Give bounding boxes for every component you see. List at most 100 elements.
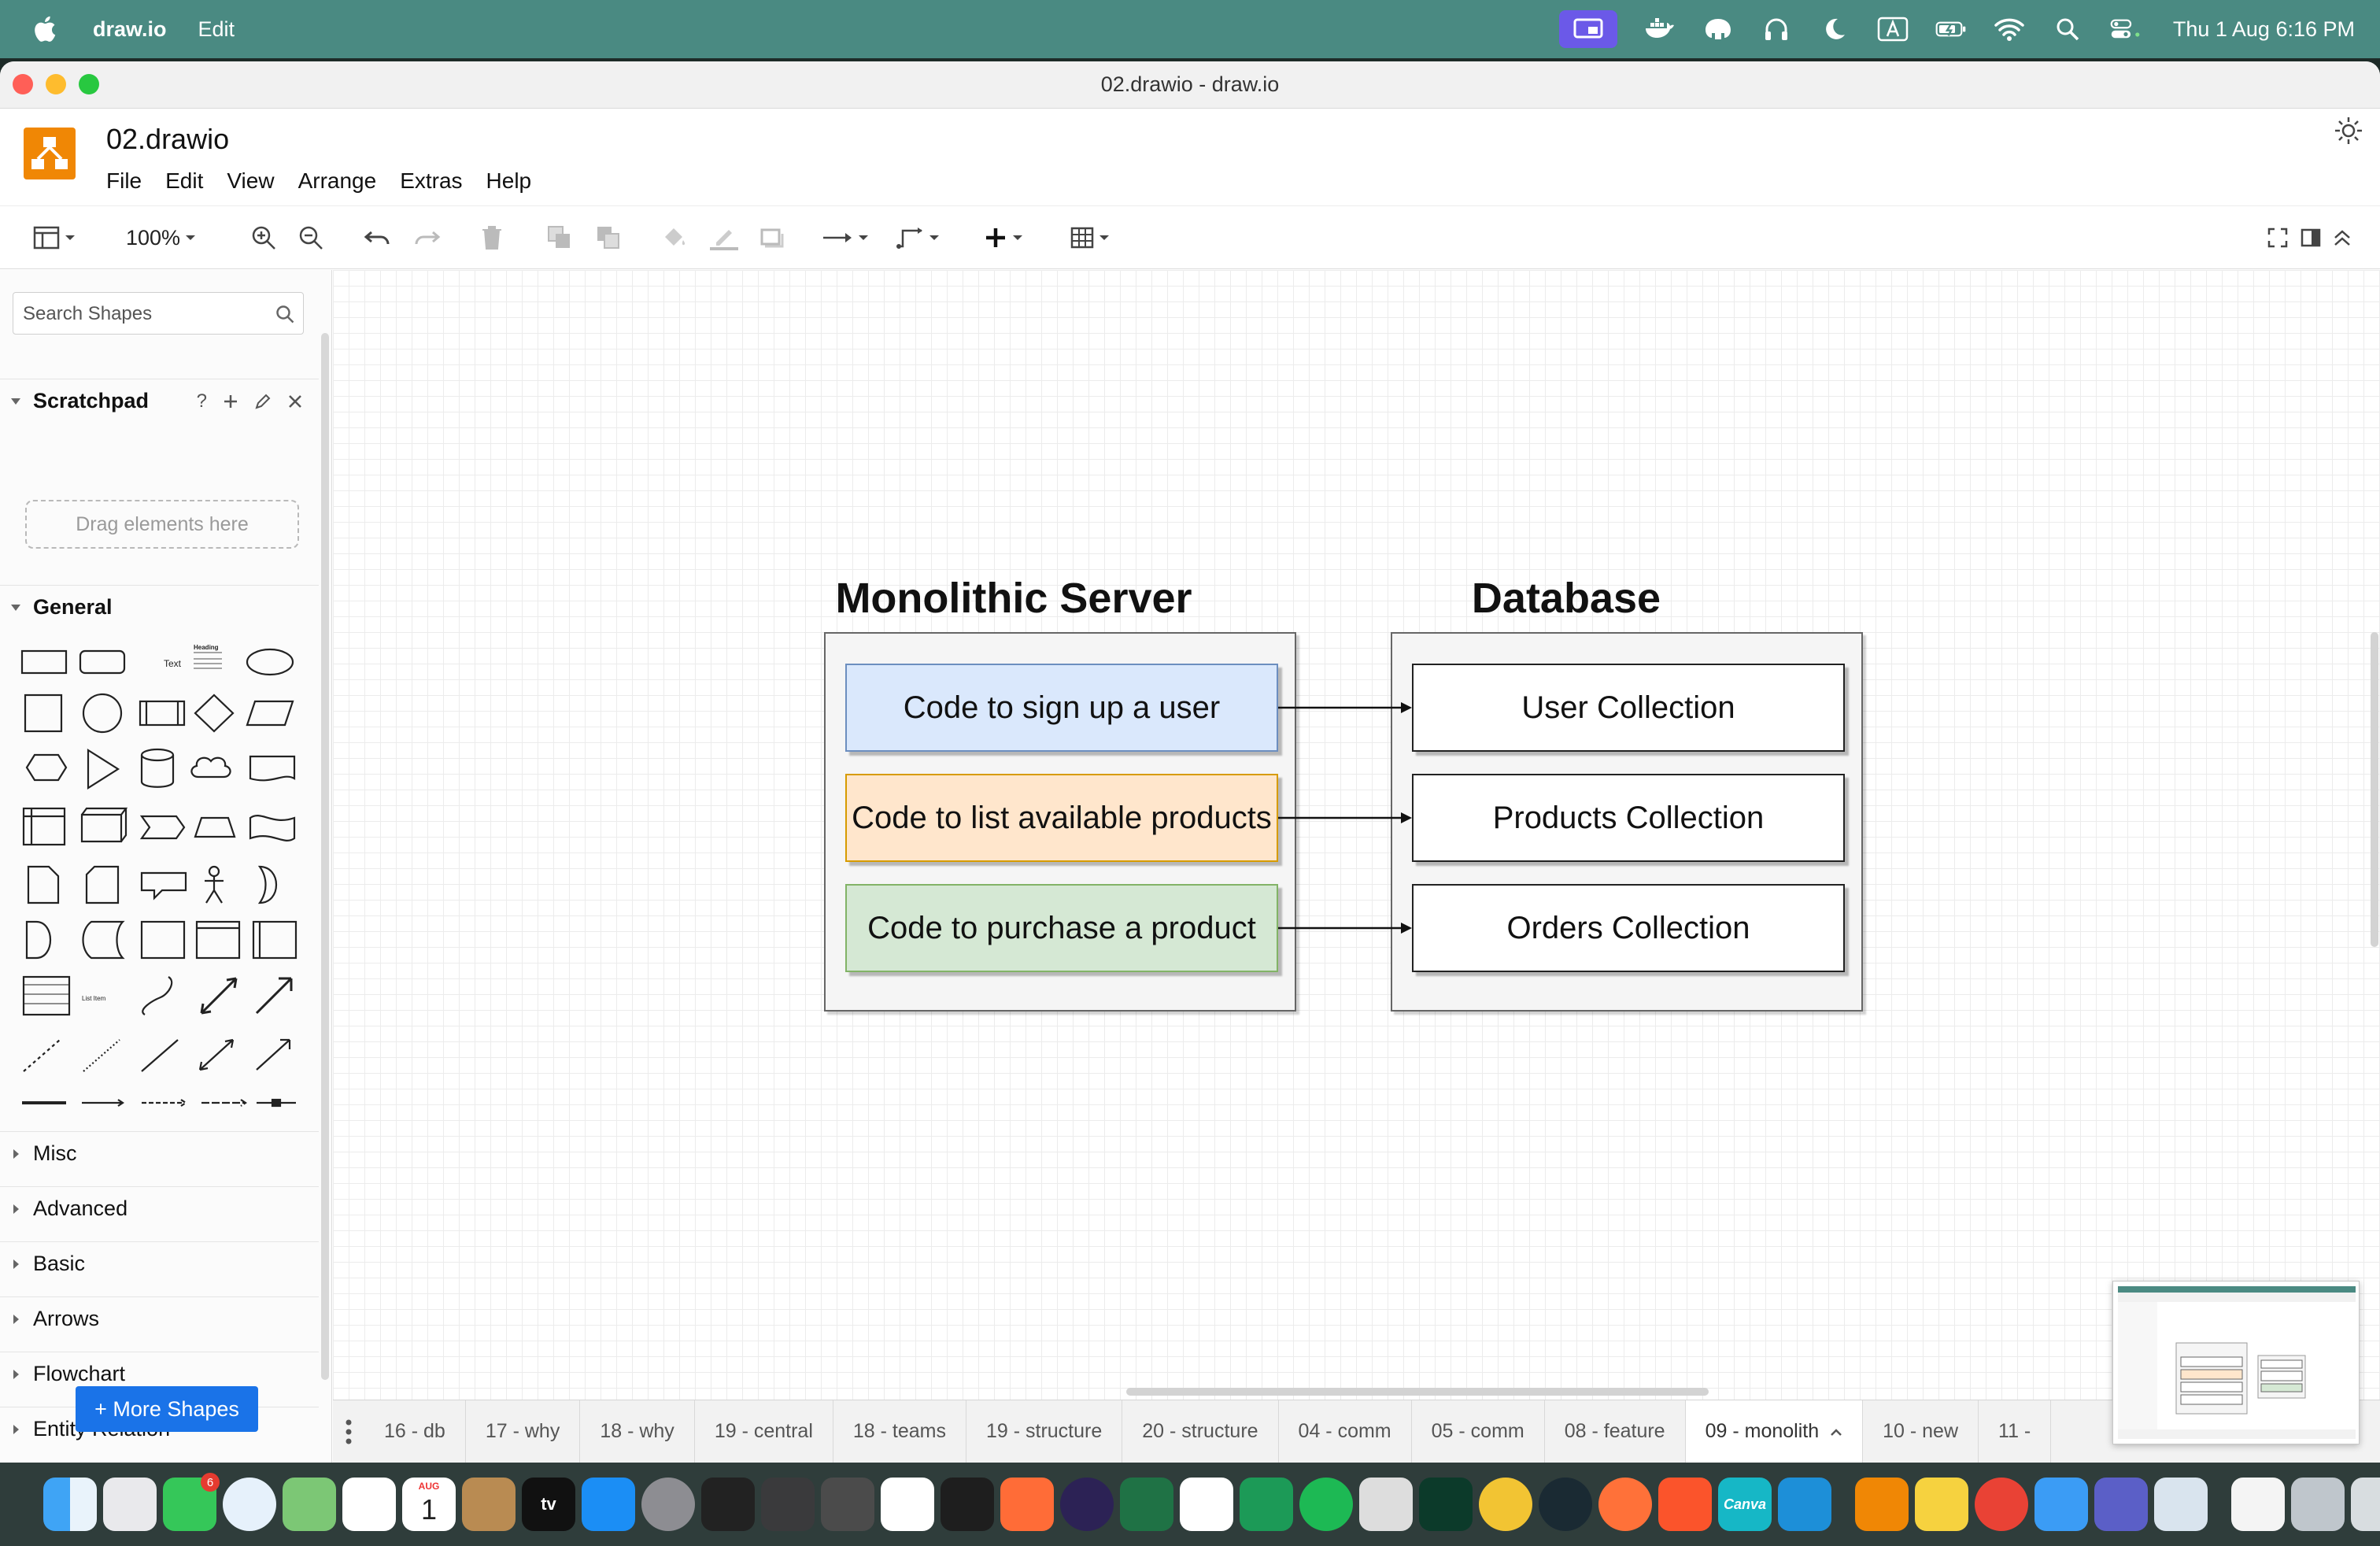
page-tab[interactable]: 19 - structure <box>966 1400 1123 1463</box>
search-shapes-input[interactable] <box>23 301 259 327</box>
shape-data-storage[interactable] <box>82 920 125 960</box>
connection-style-dropdown[interactable] <box>822 222 869 253</box>
shape-connector-arrow[interactable] <box>82 1099 124 1107</box>
chrome-canary-icon[interactable] <box>1479 1478 1532 1531</box>
page-tab-active[interactable]: 09 - monolith <box>1685 1400 1864 1463</box>
menubar-clock[interactable]: Thu 1 Aug 6:16 PM <box>2173 17 2355 42</box>
file-title[interactable]: 02.drawio <box>106 123 229 156</box>
redo-button[interactable] <box>412 222 441 253</box>
shape-frame[interactable] <box>195 920 241 960</box>
shape-line[interactable] <box>141 1039 179 1072</box>
recent-document-icon[interactable] <box>2231 1478 2285 1531</box>
basic-header[interactable]: Basic <box>0 1241 319 1285</box>
vpn-icon[interactable] <box>1539 1478 1592 1531</box>
input-source-icon[interactable] <box>1877 13 1909 45</box>
connector-signup-to-user[interactable] <box>1278 702 1412 713</box>
shape-bidirectional-connector[interactable] <box>198 1038 235 1071</box>
messages-icon[interactable]: 6 <box>163 1473 220 1531</box>
shape-note[interactable] <box>27 865 60 904</box>
maps-icon[interactable] <box>283 1478 336 1531</box>
shape-actor[interactable] <box>205 865 224 904</box>
eclipse-icon[interactable] <box>1060 1478 1114 1531</box>
mongodb-compass-icon[interactable] <box>1419 1478 1473 1531</box>
shape-list[interactable] <box>22 975 71 1016</box>
apple-menu-icon[interactable] <box>31 14 61 44</box>
terminal-icon[interactable] <box>941 1478 994 1531</box>
shape-cloud[interactable] <box>190 756 231 779</box>
mail-icon[interactable] <box>2034 1478 2088 1531</box>
sidebar-scrollbar[interactable] <box>321 333 329 1380</box>
shape-process[interactable] <box>139 700 186 727</box>
shape-dashed-line[interactable] <box>23 1039 61 1072</box>
close-window-button[interactable] <box>13 74 33 94</box>
format-panel-toggle[interactable] <box>33 222 76 253</box>
shape-list-item[interactable]: List Item <box>82 995 106 1002</box>
fullscreen-button[interactable] <box>2267 222 2289 253</box>
collapse-toolbar-button[interactable] <box>2331 222 2353 253</box>
postman-icon[interactable] <box>1000 1478 1054 1531</box>
plus-icon[interactable] <box>223 394 238 409</box>
shape-triangle[interactable] <box>87 749 120 790</box>
shape-parallelogram[interactable] <box>246 700 294 727</box>
contacts-icon[interactable] <box>462 1478 516 1531</box>
screenshot-thumbnail[interactable] <box>2112 1281 2360 1444</box>
minimize-window-button[interactable] <box>46 74 66 94</box>
page-tab[interactable]: 20 - structure <box>1122 1400 1279 1463</box>
spotify-icon[interactable] <box>1299 1478 1353 1531</box>
app-store-icon[interactable] <box>582 1478 635 1531</box>
apple-tv-icon[interactable]: tv <box>522 1478 575 1531</box>
arrows-header[interactable]: Arrows <box>0 1296 319 1341</box>
shape-step[interactable] <box>139 815 186 840</box>
connector-products-to-products[interactable] <box>1278 812 1412 823</box>
shape-or[interactable] <box>257 865 277 904</box>
scratchpad-drop-zone[interactable]: Drag elements here <box>25 500 299 549</box>
trash-dock-icon[interactable] <box>2351 1478 2380 1531</box>
menu-view[interactable]: View <box>227 168 274 194</box>
zoom-window-button[interactable] <box>79 74 99 94</box>
shape-callout[interactable] <box>140 871 187 901</box>
android-studio-icon[interactable] <box>1180 1478 1233 1531</box>
menu-help[interactable]: Help <box>486 168 532 194</box>
menu-edit[interactable]: Edit <box>165 168 203 194</box>
photos-icon[interactable] <box>342 1478 396 1531</box>
speedtest-icon[interactable] <box>1240 1478 1293 1531</box>
shape-dotted-line[interactable] <box>83 1039 120 1072</box>
shape-document[interactable] <box>249 755 296 782</box>
page-tab[interactable]: 04 - comm <box>1279 1400 1412 1463</box>
page-tab[interactable]: 18 - why <box>580 1400 695 1463</box>
page-tab[interactable]: 19 - central <box>695 1400 833 1463</box>
headphones-icon[interactable] <box>1761 13 1792 45</box>
pages-menu-button[interactable] <box>333 1400 364 1463</box>
tableplus-icon[interactable] <box>1702 13 1734 45</box>
shape-cylinder[interactable] <box>140 748 175 788</box>
shape-square[interactable] <box>24 693 63 733</box>
battery-icon[interactable] <box>1935 13 1967 45</box>
zoom-dropdown[interactable]: 100% <box>126 222 196 253</box>
system-settings-icon[interactable] <box>641 1478 695 1531</box>
page-tab[interactable]: 05 - comm <box>1412 1400 1545 1463</box>
excel-icon[interactable] <box>1120 1478 1173 1531</box>
calculator-icon[interactable] <box>761 1478 815 1531</box>
table-dropdown[interactable] <box>1070 222 1110 253</box>
shape-diamond[interactable] <box>194 693 235 733</box>
recent-window-icon[interactable] <box>2291 1478 2345 1531</box>
close-icon[interactable] <box>287 394 303 409</box>
theme-sun-icon[interactable] <box>2333 115 2364 146</box>
scratchpad-header[interactable]: Scratchpad ? <box>0 379 319 423</box>
wifi-icon[interactable] <box>1994 13 2025 45</box>
shape-bidirectional-arrow[interactable] <box>200 977 238 1015</box>
shape-tape[interactable] <box>249 815 296 841</box>
menubar-app-name[interactable]: draw.io <box>93 17 167 42</box>
scratchpad-help-button[interactable]: ? <box>197 390 207 412</box>
canva-icon[interactable]: Canva <box>1718 1478 1772 1531</box>
delete-button[interactable] <box>480 222 504 253</box>
page-tab[interactable]: 18 - teams <box>833 1400 966 1463</box>
shape-circle[interactable] <box>82 693 123 734</box>
shape-trapezoid[interactable] <box>194 816 236 838</box>
shape-rounded-rectangle[interactable] <box>79 649 126 675</box>
chrome-icon[interactable] <box>1975 1478 2028 1531</box>
page-tab[interactable]: 10 - new <box>1863 1400 1979 1463</box>
shape-delay[interactable] <box>25 920 52 960</box>
notes-icon[interactable] <box>1915 1478 1968 1531</box>
shape-hexagon[interactable] <box>25 753 68 782</box>
